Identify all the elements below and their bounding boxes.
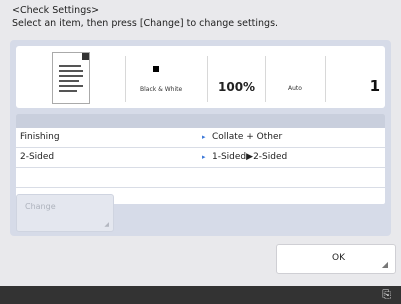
- header: <Check Settings> Select an item, then pr…: [12, 4, 278, 30]
- bottom-status-bar: ⎘: [0, 286, 401, 304]
- setting-value: Collate + Other: [212, 132, 283, 142]
- corner-mark-icon: ◢: [104, 221, 109, 228]
- instruction-text: Select an item, then press [Change] to c…: [12, 18, 279, 29]
- arrow-icon: ▸: [202, 133, 206, 141]
- settings-list-header: [16, 114, 385, 128]
- setting-name: 2-Sided: [20, 152, 55, 162]
- setting-name: Finishing: [20, 132, 60, 142]
- black-white-icon: [153, 66, 159, 72]
- paper-cell: Auto: [265, 56, 326, 102]
- change-button[interactable]: Change ◢: [16, 194, 114, 232]
- status-icon[interactable]: ⎘: [382, 288, 391, 302]
- arrow-icon: ▸: [202, 153, 206, 161]
- color-mode-cell: Black & White: [125, 56, 208, 102]
- screen-title: <Check Settings>: [12, 5, 100, 16]
- list-item-empty: [16, 168, 385, 188]
- settings-summary: Black & White 100% Auto 1: [16, 46, 385, 108]
- corner-mark-icon: ◢: [381, 260, 388, 269]
- copies-cell: 1: [325, 56, 386, 102]
- settings-panel: Black & White 100% Auto 1 Finishing ▸ Co…: [10, 40, 391, 236]
- document-preview: [20, 49, 120, 105]
- copies-count: 1: [369, 77, 380, 95]
- setting-value: 1-Sided▶2-Sided: [212, 152, 288, 162]
- document-thumbnail-icon: [52, 52, 90, 104]
- zoom-cell: 100%: [207, 56, 266, 102]
- list-item-finishing[interactable]: Finishing ▸ Collate + Other: [16, 128, 385, 148]
- list-item-2-sided[interactable]: 2-Sided ▸ 1-Sided▶2-Sided: [16, 148, 385, 168]
- settings-list: Finishing ▸ Collate + Other 2-Sided ▸ 1-…: [16, 114, 385, 204]
- ok-button[interactable]: OK ◢: [276, 244, 396, 274]
- color-mode-label: Black & White: [140, 86, 183, 93]
- paper-value: Auto: [288, 85, 302, 92]
- zoom-value: 100%: [218, 80, 256, 94]
